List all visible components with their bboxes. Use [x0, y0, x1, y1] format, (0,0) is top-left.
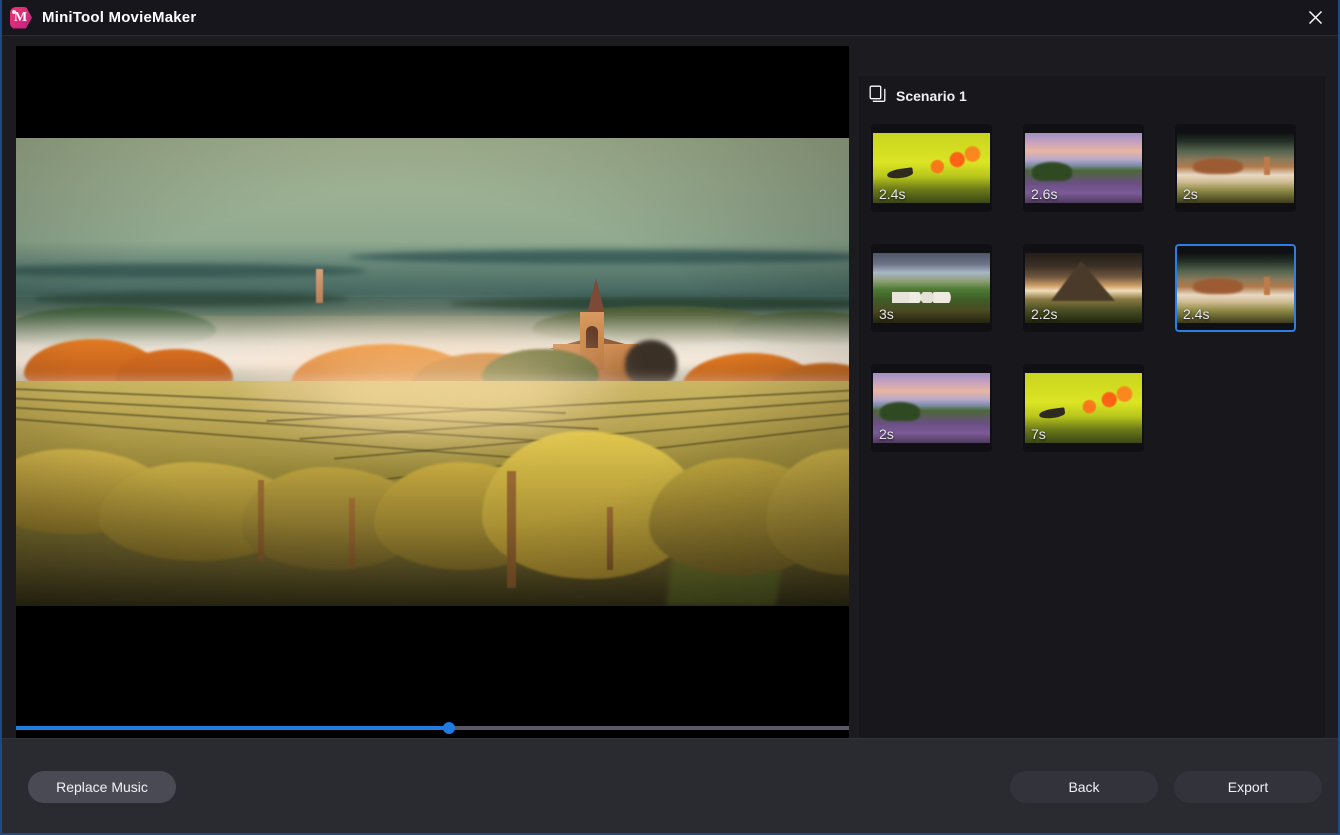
clip-scene-sheep-on-green-hillside: [873, 253, 990, 323]
footer-bar: Replace Music Back Export: [2, 738, 1338, 833]
playback-progress-bar[interactable]: [16, 719, 849, 737]
title-bar: M MiniTool MovieMaker: [2, 0, 1338, 36]
main-body: 50 00:00:12.05/00:00:23.15 Scenario 1 2.…: [2, 36, 1338, 772]
preview-stage: [16, 46, 849, 719]
clip-scene-lavender-field-sunset: [1025, 133, 1142, 203]
progress-fill: [16, 726, 449, 730]
clip-thumbnail-image: [1025, 373, 1142, 443]
scenario-panel: Scenario 1 2.4s 2.6s 2s 3s 2.2s 2.4s 2s 7s: [859, 76, 1325, 784]
back-button[interactable]: Back: [1010, 771, 1158, 803]
layers-stack-icon: [869, 85, 887, 108]
clip-thumbnail[interactable]: 2.4s: [871, 124, 992, 212]
clip-scene-volcano-mountain-sunrise: [1025, 253, 1142, 323]
replace-music-button[interactable]: Replace Music: [28, 771, 176, 803]
clip-thumbnail[interactable]: 7s: [1023, 364, 1144, 452]
clip-thumbnail-image: [1025, 133, 1142, 203]
clip-thumbnail[interactable]: 2.6s: [1023, 124, 1144, 212]
export-button[interactable]: Export: [1174, 771, 1322, 803]
clip-scene-misty-autumn-village: [1177, 253, 1294, 323]
clip-thumbnail-image: [873, 133, 990, 203]
video-player: 50 00:00:12.05/00:00:23.15: [16, 46, 849, 784]
clip-thumbnail[interactable]: 3s: [871, 244, 992, 332]
clip-scene-lavender-field-sunset: [873, 373, 990, 443]
close-icon[interactable]: [1293, 0, 1338, 35]
clip-thumbnail-image: [873, 253, 990, 323]
clip-scene-hummingbird-orange-flowers: [873, 133, 990, 203]
app-window: M MiniTool MovieMaker: [0, 0, 1340, 835]
clip-scene-hummingbird-orange-flowers: [1025, 373, 1142, 443]
clip-thumbnail-image: [1177, 133, 1294, 203]
clip-thumbnail-grid: 2.4s 2.6s 2s 3s 2.2s 2.4s 2s 7s: [859, 116, 1325, 452]
minitool-logo-icon: M: [10, 7, 32, 29]
clip-thumbnail-image: [1025, 253, 1142, 323]
clip-thumbnail[interactable]: 2s: [871, 364, 992, 452]
clip-thumbnail-image: [873, 373, 990, 443]
clip-thumbnail-image: [1177, 253, 1294, 323]
scenario-header: Scenario 1: [859, 76, 1325, 116]
progress-track[interactable]: [16, 726, 849, 730]
preview-image: [16, 138, 849, 606]
clip-scene-misty-autumn-village: [1177, 133, 1294, 203]
app-title: MiniTool MovieMaker: [42, 9, 196, 26]
clip-thumbnail[interactable]: 2.4s: [1175, 244, 1296, 332]
clip-thumbnail[interactable]: 2.2s: [1023, 244, 1144, 332]
scenario-title: Scenario 1: [896, 88, 967, 104]
clip-thumbnail[interactable]: 2s: [1175, 124, 1296, 212]
progress-playhead[interactable]: [443, 722, 455, 734]
